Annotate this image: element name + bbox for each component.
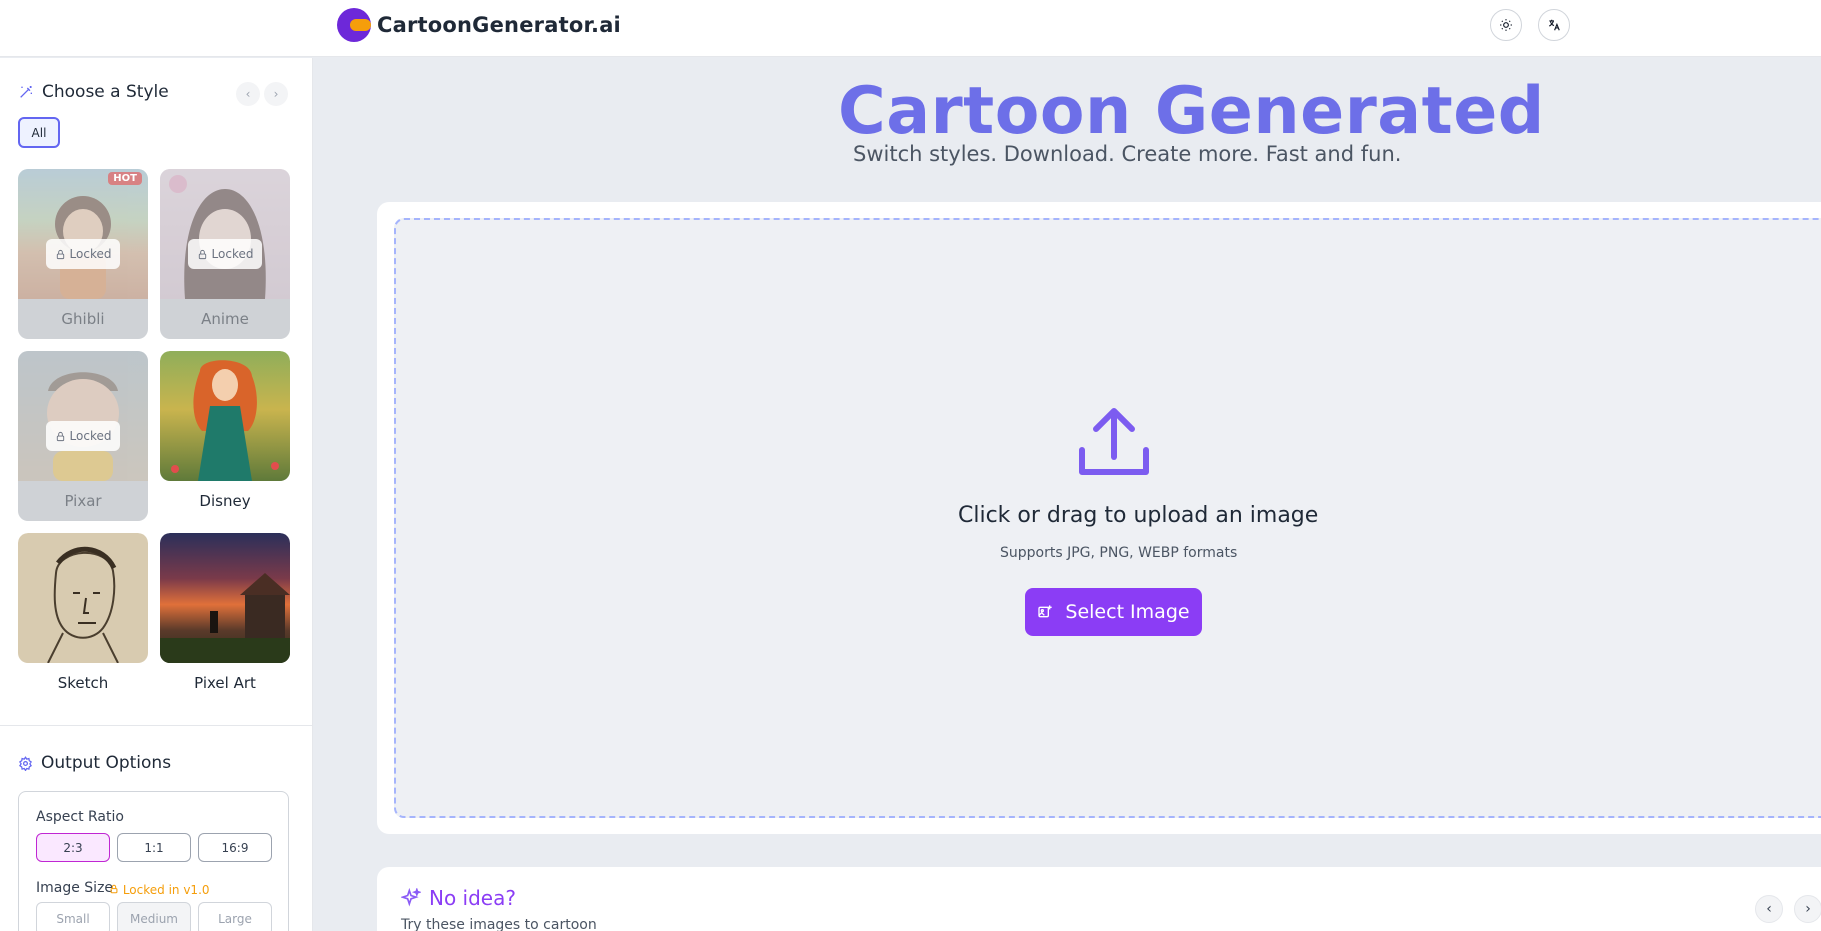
size-large-button[interactable]: Large: [198, 902, 272, 931]
ideas-prev-button[interactable]: ‹: [1755, 895, 1783, 923]
hot-badge: HOT: [108, 172, 142, 185]
style-label: Ghibli: [61, 310, 105, 328]
style-card-pixar[interactable]: Locked Pixar: [18, 351, 148, 521]
pixel-art-thumbnail: [160, 533, 290, 663]
page-title: Cartoon Generated: [838, 74, 1545, 149]
aspect-ratio-1-1-button[interactable]: 1:1: [117, 833, 191, 862]
style-section-title: Choose a Style: [42, 82, 169, 102]
styles-prev-button[interactable]: ‹: [236, 82, 260, 106]
ideas-subtitle: Try these images to cartoon: [401, 917, 597, 931]
filter-all-chip[interactable]: All: [18, 117, 60, 148]
chevron-right-icon: ›: [1805, 901, 1811, 917]
locked-text: Locked: [69, 247, 112, 261]
anime-thumbnail: [160, 169, 290, 299]
style-card-disney[interactable]: Disney: [160, 351, 290, 521]
ghibli-thumbnail: [18, 169, 148, 299]
size-small-button[interactable]: Small: [36, 902, 110, 931]
style-card-ghibli[interactable]: HOT Locked Ghibli: [18, 169, 148, 339]
style-card-pixel-art[interactable]: Pixel Art: [160, 533, 290, 703]
locked-note-text: Locked in v1.0: [122, 883, 210, 897]
locked-text: Locked: [69, 429, 112, 443]
chevron-left-icon: ‹: [1766, 901, 1772, 917]
ideas-title: No idea?: [429, 886, 516, 910]
top-header: CartoonGenerator.ai: [0, 0, 1821, 57]
sparkles-icon: [401, 888, 421, 907]
brand-name: CartoonGenerator.ai: [377, 13, 621, 37]
locked-indicator: Locked: [188, 239, 262, 269]
output-options-header: Output Options: [18, 753, 171, 773]
ideas-header: No idea?: [401, 886, 516, 910]
sketch-thumbnail: [18, 533, 148, 663]
lock-icon: [56, 249, 64, 259]
logo-icon: [337, 8, 371, 42]
chevron-left-icon: ‹: [245, 87, 251, 101]
style-card-anime[interactable]: Locked Anime: [160, 169, 290, 339]
style-label: Sketch: [57, 674, 109, 692]
brand-logo[interactable]: CartoonGenerator.ai: [337, 8, 621, 42]
upload-title: Click or drag to upload an image: [958, 503, 1319, 528]
select-image-label: Select Image: [1065, 601, 1190, 623]
aspect-ratio-2-3-button[interactable]: 2:3: [36, 833, 110, 862]
size-medium-button[interactable]: Medium: [117, 902, 191, 931]
aspect-ratio-16-9-button[interactable]: 16:9: [198, 833, 272, 862]
aspect-ratio-label: Aspect Ratio: [36, 809, 124, 825]
select-image-button[interactable]: Select Image: [1025, 588, 1202, 636]
output-options-panel: Aspect Ratio 2:3 1:1 16:9 Image Size Loc…: [18, 791, 289, 931]
style-label: Pixel Art: [194, 674, 256, 692]
locked-text: Locked: [211, 247, 254, 261]
style-label: Anime: [201, 310, 249, 328]
output-options-title: Output Options: [41, 753, 172, 773]
style-label: Disney: [199, 492, 251, 510]
lock-icon: [198, 249, 206, 259]
locked-indicator: Locked: [46, 421, 120, 451]
lock-icon: [110, 884, 118, 894]
pixar-thumbnail: [18, 351, 148, 481]
style-section-header: Choose a Style: [18, 82, 169, 102]
language-button[interactable]: [1538, 9, 1570, 41]
image-add-icon: [1038, 605, 1053, 618]
styles-next-button[interactable]: ›: [264, 82, 288, 106]
theme-toggle-button[interactable]: [1490, 9, 1522, 41]
page-subtitle: Switch styles. Download. Create more. Fa…: [853, 142, 1402, 166]
chevron-right-icon: ›: [273, 87, 279, 101]
translate-icon: [1549, 19, 1560, 31]
image-size-label: Image Size: [36, 880, 114, 896]
disney-thumbnail: [160, 351, 290, 481]
gear-icon: [19, 755, 32, 771]
upload-icon: [1079, 408, 1149, 475]
ideas-next-button[interactable]: ›: [1794, 895, 1821, 923]
sun-icon: [1500, 19, 1512, 31]
sidebar: Choose a Style ‹ › All HOT Locked Ghibli: [0, 58, 313, 931]
style-label: Pixar: [64, 492, 102, 510]
locked-indicator: Locked: [46, 239, 120, 269]
style-card-sketch[interactable]: Sketch: [18, 533, 148, 703]
sidebar-divider: [0, 725, 313, 726]
upload-formats: Supports JPG, PNG, WEBP formats: [1000, 545, 1238, 561]
image-size-locked-note: Locked in v1.0: [109, 883, 210, 897]
magic-wand-icon: [20, 86, 32, 98]
lock-icon: [56, 431, 64, 441]
